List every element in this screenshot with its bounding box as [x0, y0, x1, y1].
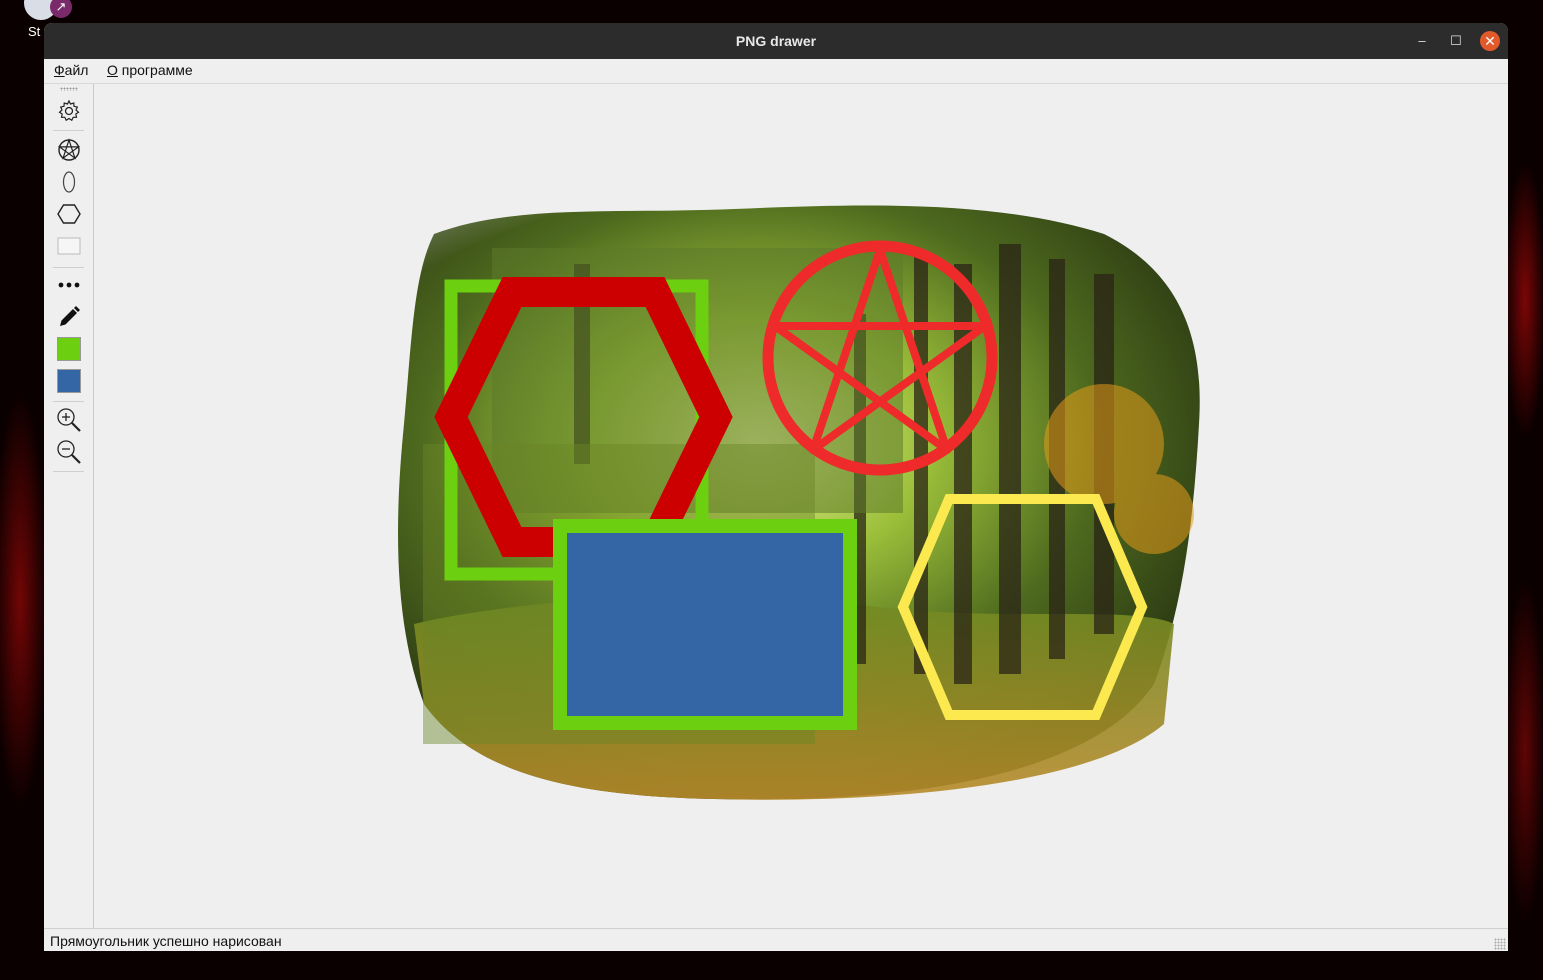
status-bar: Прямоугольник успешно нарисован [44, 928, 1508, 951]
menu-bar: Файл О программе [44, 59, 1508, 84]
tool-bar [44, 84, 94, 928]
line-style-button[interactable] [54, 271, 84, 299]
status-message: Прямоугольник успешно нарисован [50, 933, 282, 949]
rectangle-tool-button[interactable] [54, 232, 84, 260]
menu-file-accelerator: Ф [54, 62, 65, 78]
line-style-icon [58, 282, 80, 288]
zoom-in-icon [57, 408, 81, 432]
ellipse-tool-button[interactable] [54, 168, 84, 196]
window-title: PNG drawer [735, 33, 817, 49]
settings-button[interactable] [54, 97, 84, 125]
fill-color-button[interactable] [54, 367, 84, 395]
menu-file[interactable]: Файл [54, 62, 88, 78]
blue-filled-rectangle [553, 519, 857, 730]
pen-icon [60, 306, 80, 326]
pen-width-button[interactable] [54, 303, 84, 331]
toolbar-separator [53, 130, 84, 131]
shortcut-arrow-icon: ↗ [50, 0, 72, 18]
toolbar-grip-handle[interactable] [60, 87, 78, 91]
resize-grip[interactable] [1494, 938, 1506, 950]
title-bar[interactable]: PNG drawer – ☐ ✕ [44, 23, 1508, 59]
menu-about[interactable]: О программе [107, 62, 193, 78]
zoom-out-icon [57, 440, 81, 464]
stroke-color-button[interactable] [54, 335, 84, 363]
close-button[interactable]: ✕ [1480, 31, 1500, 51]
settings-icon [58, 99, 80, 122]
menu-about-label: программе [117, 62, 193, 78]
toolbar-separator [53, 471, 84, 472]
hexagon-tool-button[interactable] [54, 200, 84, 228]
menu-about-accelerator: О [107, 62, 118, 78]
rectangle-tool-icon [57, 237, 81, 255]
drawing-canvas[interactable] [94, 84, 1507, 928]
zoom-out-button[interactable] [54, 438, 84, 466]
maximize-button[interactable]: ☐ [1446, 31, 1466, 51]
hexagon-tool-icon [57, 204, 81, 224]
fill-color-swatch [57, 369, 81, 393]
stroke-color-swatch [57, 337, 81, 361]
menu-file-label: айл [64, 62, 89, 78]
desktop-icon-label: St [28, 24, 41, 39]
ellipse-tool-icon [62, 171, 76, 193]
pentagram-tool-button[interactable] [54, 136, 84, 164]
toolbar-separator [53, 267, 84, 268]
pentagram-tool-icon [57, 138, 81, 161]
minimize-button[interactable]: – [1412, 31, 1432, 51]
toolbar-separator [53, 401, 84, 402]
zoom-in-button[interactable] [54, 406, 84, 434]
app-window: PNG drawer – ☐ ✕ Файл О программе Прямоу… [44, 23, 1508, 951]
canvas-image [94, 84, 1507, 928]
